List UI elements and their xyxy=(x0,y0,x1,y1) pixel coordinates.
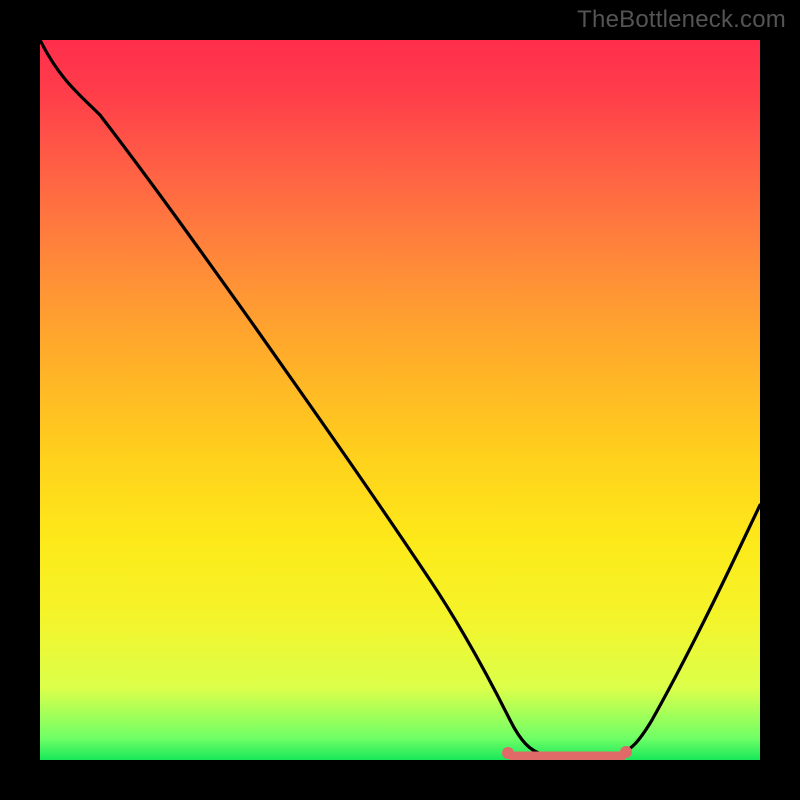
highlight-cap-right xyxy=(620,746,632,758)
highlight-minimum xyxy=(502,746,632,759)
chart-frame: TheBottleneck.com xyxy=(0,0,800,800)
bottleneck-curve xyxy=(40,40,760,760)
highlight-cap-left xyxy=(502,747,514,759)
curve-path xyxy=(40,40,760,755)
watermark-text: TheBottleneck.com xyxy=(577,6,786,34)
plot-area xyxy=(40,40,760,760)
